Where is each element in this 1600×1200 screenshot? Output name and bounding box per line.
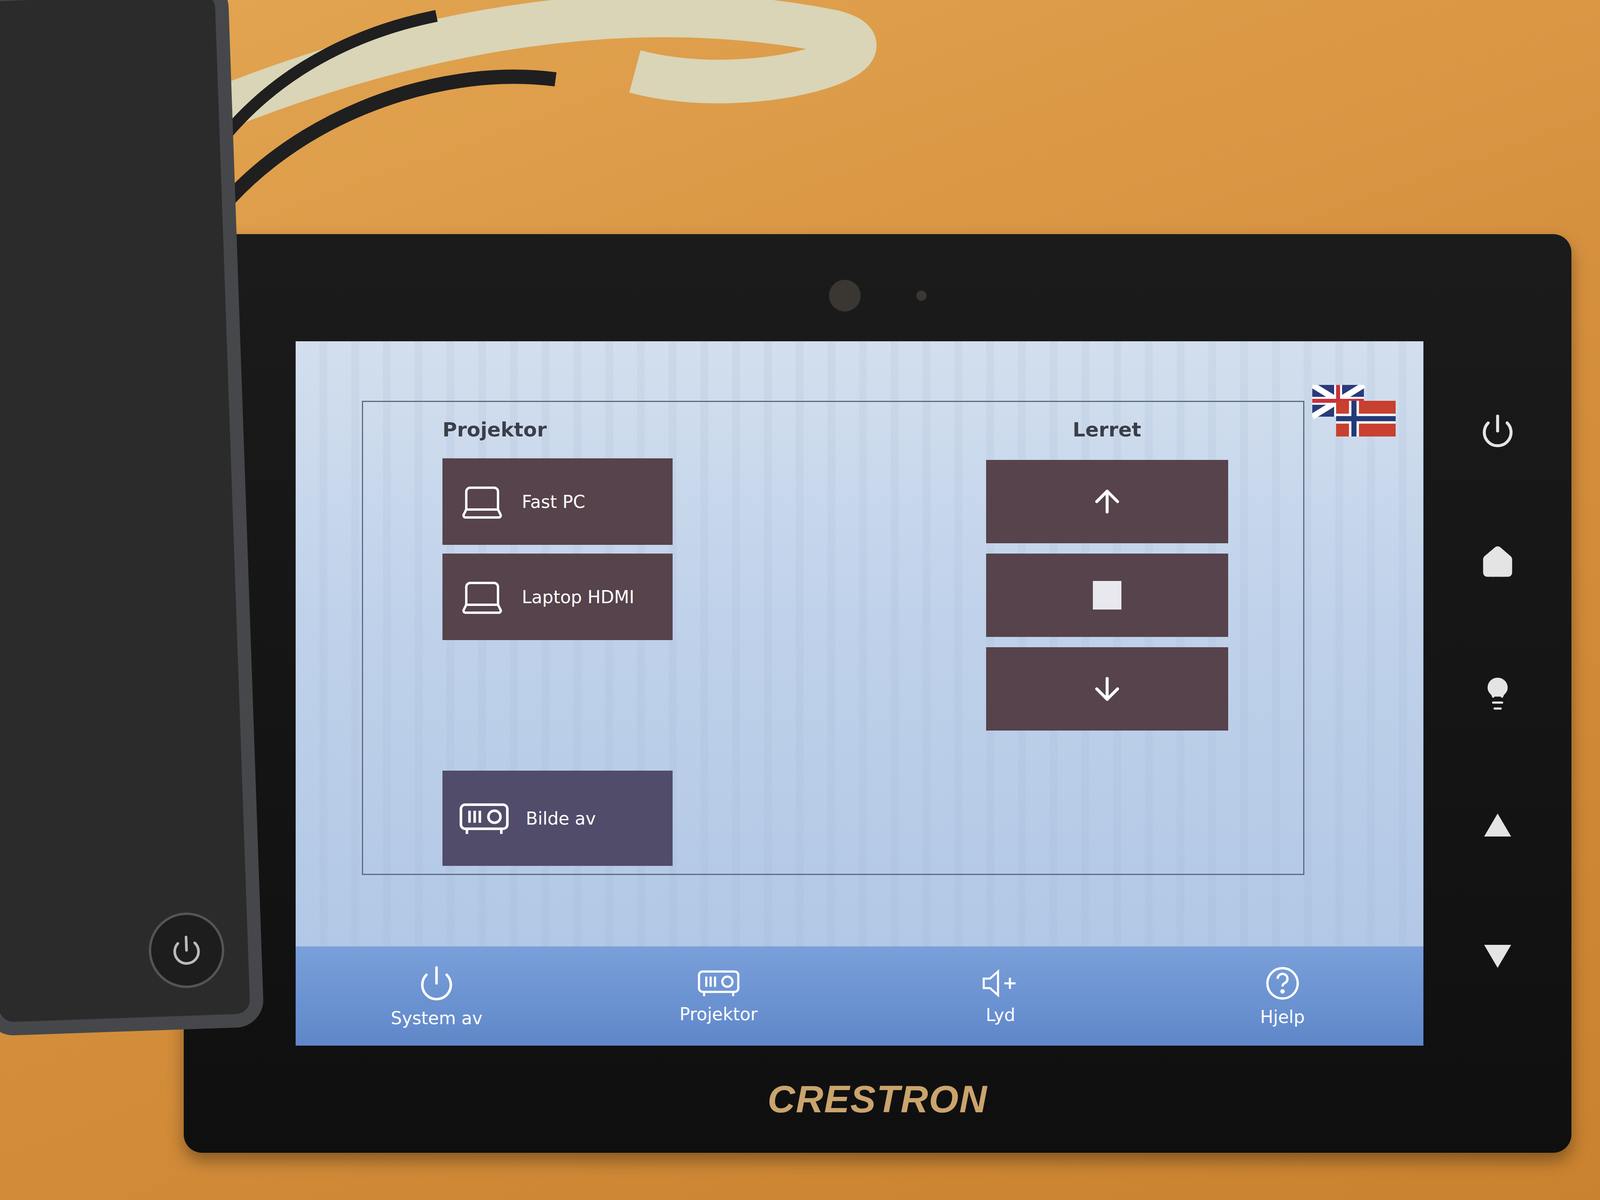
stop-icon <box>1092 580 1122 610</box>
projector-panel: Projektor Fast PCLaptop HDMI Bilde av <box>363 401 911 874</box>
panel-title: Projektor <box>442 409 911 450</box>
source-button[interactable]: Fast PC <box>442 458 673 545</box>
screen-stop-button[interactable] <box>986 553 1229 637</box>
screen: Projektor Fast PCLaptop HDMI Bilde av Lerre… <box>295 341 1424 1046</box>
help-icon <box>1264 965 1301 1002</box>
screen-down-button[interactable] <box>986 647 1229 731</box>
home-icon <box>1479 544 1516 581</box>
source-button[interactable]: Laptop HDMI <box>442 553 673 641</box>
desk: Projektor Fast PCLaptop HDMI Bilde av Lerre… <box>0 0 1600 1200</box>
hardware-up-button[interactable] <box>1473 801 1522 849</box>
power-icon <box>1479 413 1516 449</box>
panel-title: Lerret <box>1072 409 1142 450</box>
bottom-bezel: CRESTRON <box>183 1045 1572 1153</box>
projector-icon <box>458 800 510 837</box>
arrow-up-icon <box>1089 483 1125 520</box>
arrow-down-icon <box>1089 671 1125 707</box>
handheld-power-button[interactable] <box>147 911 226 990</box>
nav-bar: System av Projektor Lyd Hjelp <box>295 946 1424 1046</box>
hardware-light-button[interactable] <box>1473 669 1522 718</box>
nav-item[interactable]: Hjelp <box>1223 965 1343 1027</box>
power-icon <box>417 964 456 1003</box>
top-bezel <box>183 234 1572 342</box>
nav-item[interactable]: Lyd <box>940 967 1060 1025</box>
nav-item[interactable]: Projektor <box>659 967 779 1025</box>
volume-up-icon <box>980 967 1021 1000</box>
panel-body: Projektor Fast PCLaptop HDMI Bilde av Lerre… <box>183 341 1572 1046</box>
main-area: Projektor Fast PCLaptop HDMI Bilde av Lerre… <box>295 341 1424 947</box>
light-bulb-icon <box>1479 675 1516 712</box>
handheld-device <box>0 0 265 1037</box>
nav-item[interactable]: System av <box>376 964 497 1029</box>
sensor <box>916 290 927 301</box>
up-triangle-icon <box>1481 811 1514 839</box>
power-icon <box>170 933 204 967</box>
camera <box>828 279 861 312</box>
laptop-icon <box>458 477 506 526</box>
hardware-down-button[interactable] <box>1473 932 1522 981</box>
control-frame: Projektor Fast PCLaptop HDMI Bilde av Lerre… <box>361 400 1305 875</box>
blank-button[interactable]: Bilde av <box>442 770 673 866</box>
screen-up-button[interactable] <box>986 459 1229 544</box>
laptop-icon <box>458 573 506 621</box>
brand-logo: CRESTRON <box>759 1073 996 1125</box>
screen-panel: Lerret <box>910 401 1304 874</box>
projector-icon <box>696 967 741 999</box>
down-triangle-icon <box>1481 942 1514 971</box>
touch-panel: Projektor Fast PCLaptop HDMI Bilde av Lerre… <box>183 234 1572 1153</box>
hardware-power-button[interactable] <box>1473 407 1522 455</box>
hardware-buttons <box>1423 341 1572 1046</box>
language-flag-icon[interactable] <box>1312 384 1396 437</box>
hardware-home-button[interactable] <box>1473 538 1522 587</box>
